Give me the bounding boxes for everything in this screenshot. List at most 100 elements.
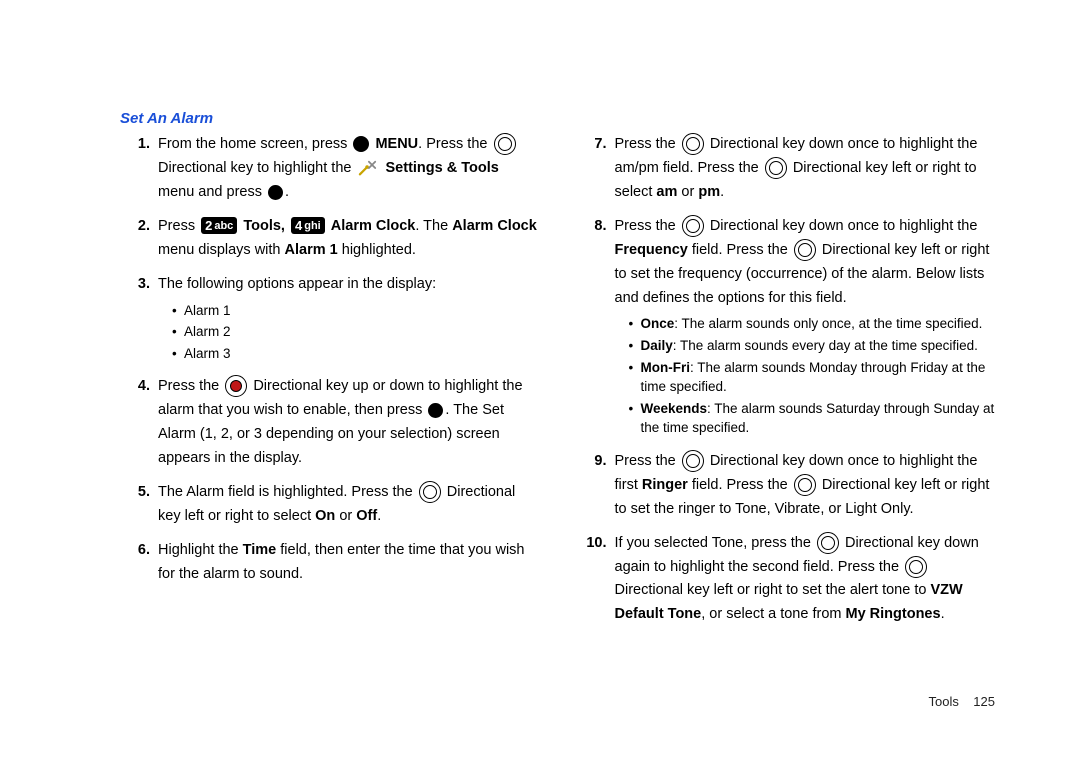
step-number: 7. [577, 133, 615, 205]
step-body: The following options appear in the disp… [158, 273, 539, 366]
list-item: Alarm 2 [172, 322, 539, 342]
list-item: Daily: The alarm sounds every day at the… [629, 336, 996, 356]
text: Press the [615, 136, 680, 152]
weekends-label: Weekends [641, 401, 708, 416]
step-1: 1. From the home screen, press MENU. Pre… [120, 133, 539, 205]
page-number: 125 [973, 694, 995, 709]
step-number: 3. [120, 273, 158, 366]
text: Press the [158, 378, 223, 394]
step-2: 2. Press 2abc Tools, 4ghi Alarm Clock. T… [120, 215, 539, 263]
am-bold: am [656, 184, 677, 200]
text: Highlight the [158, 542, 243, 558]
text: . [941, 606, 945, 622]
section-title: Set An Alarm [120, 110, 995, 127]
once-label: Once [641, 316, 675, 331]
left-column: 1. From the home screen, press MENU. Pre… [120, 133, 539, 637]
tools-label: Tools, [243, 218, 289, 234]
settings-tools-label: Settings & Tools [386, 160, 499, 176]
step-10: 10. If you selected Tone, press the Dire… [577, 532, 996, 628]
text: . Press the [418, 136, 491, 152]
step-5: 5. The Alarm field is highlighted. Press… [120, 481, 539, 529]
directional-key-icon [419, 481, 441, 503]
step-7: 7. Press the Directional key down once t… [577, 133, 996, 205]
text: Directional key left or right to set the… [615, 582, 931, 598]
text: If you selected Tone, press the [615, 535, 815, 551]
step-number: 8. [577, 215, 615, 440]
step-number: 10. [577, 532, 615, 628]
step-number: 6. [120, 539, 158, 587]
text: Press the [615, 453, 680, 469]
text: or [677, 184, 698, 200]
text: menu and press [158, 184, 266, 200]
step-6: 6. Highlight the Time field, then enter … [120, 539, 539, 587]
my-ringtones-bold: My Ringtones [846, 606, 941, 622]
directional-key-icon [905, 556, 927, 578]
alarm1-bold: Alarm 1 [285, 242, 338, 258]
key-2abc-icon: 2abc [201, 217, 237, 234]
text: : The alarm sounds Monday through Friday… [641, 360, 986, 395]
step-body: Press the Directional key down once to h… [615, 215, 996, 440]
step-number: 4. [120, 375, 158, 471]
ringer-bold: Ringer [642, 477, 688, 493]
directional-key-icon [494, 133, 516, 155]
directional-key-icon [682, 450, 704, 472]
list-item: Mon-Fri: The alarm sounds Monday through… [629, 358, 996, 397]
text: Press the [615, 218, 680, 234]
step-8: 8. Press the Directional key down once t… [577, 215, 996, 440]
text: field. Press the [688, 242, 792, 258]
off-bold: Off [356, 508, 377, 524]
text: : The alarm sounds only once, at the tim… [674, 316, 982, 331]
step-body: Press the Directional key up or down to … [158, 375, 539, 471]
list-item: Alarm 3 [172, 344, 539, 364]
pm-bold: pm [698, 184, 720, 200]
center-key-icon [353, 136, 369, 152]
step-number: 1. [120, 133, 158, 205]
step-9: 9. Press the Directional key down once t… [577, 450, 996, 522]
text: Directional key down once to highlight t… [710, 218, 978, 234]
directional-key-icon [765, 157, 787, 179]
text: . The [415, 218, 452, 234]
text: The Alarm field is highlighted. Press th… [158, 484, 417, 500]
text: menu displays with [158, 242, 285, 258]
step-body: From the home screen, press MENU. Press … [158, 133, 539, 205]
center-key-icon [428, 403, 443, 418]
text: The following options appear in the disp… [158, 276, 436, 292]
daily-label: Daily [641, 338, 673, 353]
time-bold: Time [243, 542, 277, 558]
directional-key-red-icon [225, 375, 247, 397]
text: or [335, 508, 356, 524]
monfri-label: Mon-Fri [641, 360, 691, 375]
settings-tools-icon [357, 159, 379, 177]
bullet-list: Alarm 1 Alarm 2 Alarm 3 [158, 301, 539, 364]
list-item: Alarm 1 [172, 301, 539, 321]
step-body: Press 2abc Tools, 4ghi Alarm Clock. The … [158, 215, 539, 263]
directional-key-icon [794, 239, 816, 261]
right-column: 7. Press the Directional key down once t… [577, 133, 996, 637]
list-item: Once: The alarm sounds only once, at the… [629, 314, 996, 334]
text: . [720, 184, 724, 200]
step-body: If you selected Tone, press the Directio… [615, 532, 996, 628]
text: Directional key to highlight the [158, 160, 355, 176]
menu-label: MENU [375, 136, 418, 152]
text: highlighted. [338, 242, 416, 258]
step-number: 2. [120, 215, 158, 263]
manual-page: Set An Alarm 1. From the home screen, pr… [120, 110, 995, 721]
frequency-bold: Frequency [615, 242, 688, 258]
directional-key-icon [794, 474, 816, 496]
center-key-icon [268, 185, 283, 200]
step-3: 3. The following options appear in the d… [120, 273, 539, 366]
two-column-layout: 1. From the home screen, press MENU. Pre… [120, 133, 995, 637]
text: , or select a tone from [701, 606, 845, 622]
directional-key-icon [817, 532, 839, 554]
bullet-list: Once: The alarm sounds only once, at the… [615, 314, 996, 437]
alarm-clock-label: Alarm Clock [331, 218, 416, 234]
directional-key-icon [682, 215, 704, 237]
footer-section: Tools [928, 694, 958, 709]
directional-key-icon [682, 133, 704, 155]
text: . [285, 184, 289, 200]
text: Press [158, 218, 199, 234]
on-bold: On [315, 508, 335, 524]
text: . [377, 508, 381, 524]
alarm-clock-bold: Alarm Clock [452, 218, 537, 234]
step-4: 4. Press the Directional key up or down … [120, 375, 539, 471]
